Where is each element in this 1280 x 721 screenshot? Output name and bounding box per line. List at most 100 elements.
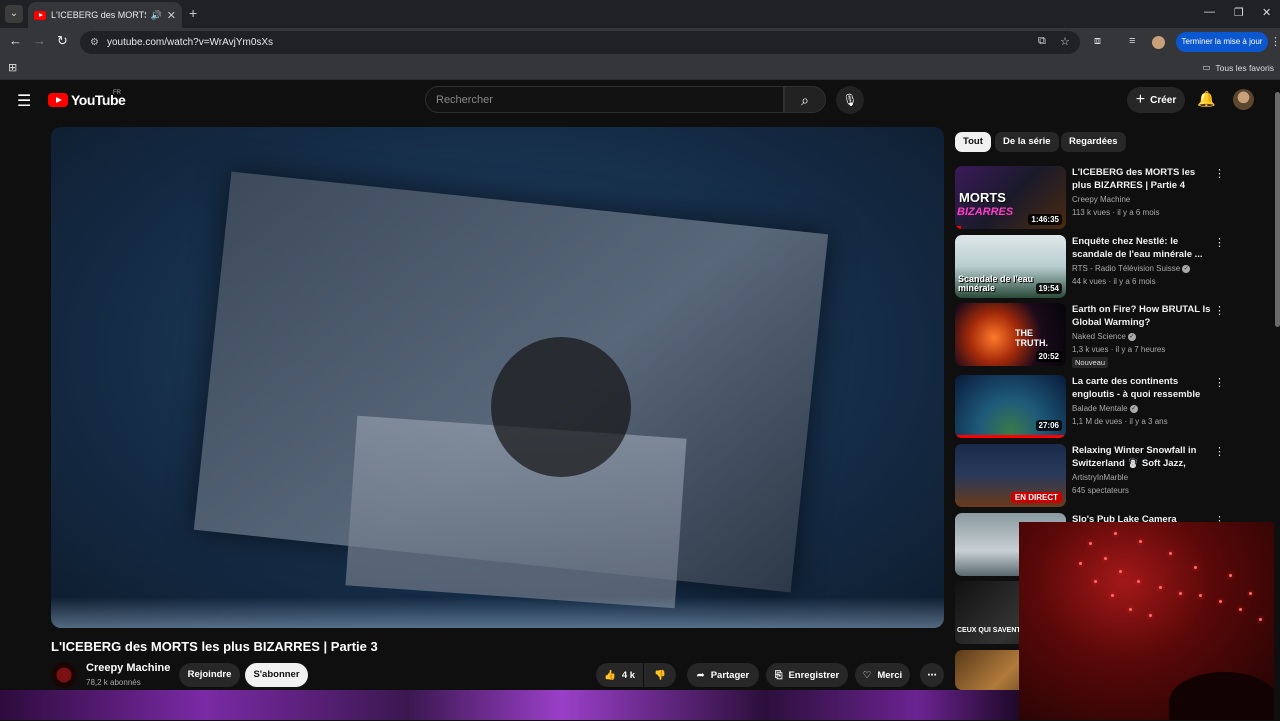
voice-search-button[interactable]: 🎙 bbox=[836, 86, 864, 114]
search-icon: ⌕ bbox=[801, 92, 809, 108]
site-info-icon[interactable]: ⚙ bbox=[90, 37, 99, 48]
apps-grid-icon[interactable]: ⊞ bbox=[8, 61, 17, 74]
fairy-light bbox=[1194, 566, 1197, 569]
channel-name[interactable]: Creepy Machine bbox=[86, 662, 170, 674]
recommended-meta: 1,1 M de vues · il y a 3 ans bbox=[1072, 417, 1168, 426]
all-bookmarks-label: Tous les favoris bbox=[1215, 62, 1274, 73]
notifications-bell-icon[interactable]: 🔔 bbox=[1197, 90, 1216, 108]
recommended-item[interactable]: Scandale de l'eau minérale 19:54 Enquête… bbox=[955, 235, 1225, 299]
tab-search-dropdown-icon[interactable]: ⌄ bbox=[5, 5, 23, 23]
fairy-light bbox=[1119, 570, 1122, 573]
browser-tab-active[interactable]: L'ICEBERG des MORTS les plus BIZARRES | … bbox=[28, 2, 182, 28]
recommended-channel: Balade Mentale ✓ bbox=[1072, 404, 1138, 413]
recommended-item[interactable]: MORTS BIZARRES 1:46:35 L'ICEBERG des MOR… bbox=[955, 166, 1225, 230]
tab-close-icon[interactable]: ✕ bbox=[167, 9, 176, 22]
install-app-icon[interactable]: ⧉ bbox=[1038, 35, 1046, 48]
more-options-icon[interactable]: ⋮ bbox=[1214, 376, 1225, 389]
video-frame-figure bbox=[491, 337, 631, 477]
all-bookmarks-folder[interactable]: ▭ Tous les favoris bbox=[1202, 62, 1274, 73]
recommended-item[interactable]: EN DIRECT Relaxing Winter Snowfall in Sw… bbox=[955, 444, 1225, 508]
bookmark-star-icon[interactable]: ☆ bbox=[1060, 35, 1070, 48]
more-actions-icon[interactable]: ⋯ bbox=[920, 663, 944, 687]
join-button[interactable]: Rejoindre bbox=[179, 663, 240, 687]
chip-all[interactable]: Tout bbox=[955, 132, 991, 152]
video-thumbnail[interactable]: 27:06 bbox=[955, 375, 1066, 438]
save-button[interactable]: ⎘ Enregistrer bbox=[766, 663, 848, 687]
update-button[interactable]: Terminer la mise à jour bbox=[1176, 32, 1268, 52]
chip-watched[interactable]: Regardées bbox=[1061, 132, 1126, 152]
video-thumbnail[interactable]: MORTS BIZARRES 1:46:35 bbox=[955, 166, 1066, 229]
share-label: Partager bbox=[710, 669, 750, 681]
channel-avatar[interactable] bbox=[51, 662, 77, 688]
video-thumbnail[interactable]: THE TRUTH. 20:52 bbox=[955, 303, 1066, 366]
watch-progress-bar bbox=[955, 226, 961, 229]
minimize-icon[interactable]: — bbox=[1204, 6, 1215, 18]
plus-icon: + bbox=[1135, 91, 1146, 108]
verified-icon: ✓ bbox=[1129, 404, 1138, 413]
window-close-icon[interactable]: ✕ bbox=[1262, 6, 1271, 19]
video-thumbnail[interactable]: Scandale de l'eau minérale 19:54 bbox=[955, 235, 1066, 298]
account-avatar[interactable] bbox=[1233, 89, 1254, 110]
thanks-label: Merci bbox=[877, 669, 903, 681]
more-options-icon[interactable]: ⋮ bbox=[1214, 304, 1225, 317]
search-input[interactable]: Rechercher bbox=[425, 86, 784, 113]
recommended-meta: 1,3 k vues · il y a 7 heures bbox=[1072, 345, 1166, 354]
browser-menu-icon[interactable]: ⋮ bbox=[1270, 35, 1280, 48]
watch-progress-bar bbox=[955, 435, 1066, 438]
duration-badge: 1:46:35 bbox=[1028, 214, 1062, 225]
chip-from-series[interactable]: De la série bbox=[995, 132, 1059, 152]
recommended-title: Earth on Fire? How BRUTAL Is Global Warm… bbox=[1072, 304, 1211, 328]
thumbs-down-icon: 👎 bbox=[654, 669, 666, 681]
fairy-light bbox=[1079, 562, 1082, 565]
hamburger-menu-icon[interactable]: ☰ bbox=[17, 91, 31, 111]
fairy-light bbox=[1149, 614, 1152, 617]
reading-list-icon[interactable]: ≡ bbox=[1129, 35, 1135, 47]
recommended-item[interactable]: THE TRUTH. 20:52 Earth on Fire? How BRUT… bbox=[955, 303, 1225, 373]
create-button[interactable]: + Créer bbox=[1127, 87, 1185, 113]
more-options-icon[interactable]: ⋮ bbox=[1214, 236, 1225, 249]
like-button[interactable]: 👍 4 k bbox=[596, 663, 643, 687]
overlay-purple-strip bbox=[0, 690, 1020, 720]
video-player[interactable] bbox=[51, 127, 944, 628]
thumbs-up-icon: 👍 bbox=[603, 669, 616, 681]
bookmarks-bar: ⊞ ▭ Tous les favoris bbox=[0, 56, 1280, 80]
url-text: youtube.com/watch?v=WrAvjYm0sXs bbox=[106, 37, 274, 48]
new-tab-icon[interactable]: + bbox=[189, 5, 197, 21]
search-button[interactable]: ⌕ bbox=[784, 86, 826, 113]
subscribe-button[interactable]: S'abonner bbox=[245, 663, 308, 687]
back-icon[interactable]: ← bbox=[9, 33, 22, 48]
live-badge: EN DIRECT bbox=[1010, 492, 1062, 503]
fairy-light bbox=[1159, 586, 1162, 589]
youtube-play-logo-icon bbox=[48, 93, 68, 107]
forward-icon[interactable]: → bbox=[33, 33, 46, 48]
fairy-light bbox=[1114, 532, 1117, 535]
fairy-light bbox=[1139, 540, 1142, 543]
dislike-button[interactable]: 👎 bbox=[644, 663, 676, 687]
maximize-icon[interactable]: ❐ bbox=[1234, 6, 1244, 19]
thanks-button[interactable]: ♡ Merci bbox=[855, 663, 910, 687]
country-code: FR bbox=[113, 90, 121, 96]
more-options-icon[interactable]: ⋮ bbox=[1214, 167, 1225, 180]
video-frame-glow bbox=[51, 597, 944, 628]
address-bar[interactable]: ⚙ youtube.com/watch?v=WrAvjYm0sXs bbox=[80, 31, 1080, 54]
fairy-light bbox=[1219, 600, 1222, 603]
reload-icon[interactable]: ↻ bbox=[57, 33, 68, 49]
recommended-item[interactable]: 27:06 La carte des continents engloutis … bbox=[955, 375, 1225, 439]
youtube-favicon-icon bbox=[34, 10, 46, 20]
youtube-header: ☰ YouTube FR Rechercher ⌕ 🎙 + Créer 🔔 bbox=[0, 81, 1280, 121]
extensions-icon[interactable]: ⧈ bbox=[1094, 35, 1101, 48]
recommended-title: Enquête chez Nestlé: le scandale de l'ea… bbox=[1072, 236, 1203, 260]
share-button[interactable]: ➦ Partager bbox=[687, 663, 759, 687]
more-options-icon[interactable]: ⋮ bbox=[1214, 445, 1225, 458]
fairy-light bbox=[1104, 557, 1107, 560]
browser-tabstrip: ⌄ L'ICEBERG des MORTS les plus BIZARRES … bbox=[0, 0, 1280, 28]
fairy-light bbox=[1249, 592, 1252, 595]
channel-label: RTS - Radio Télévision Suisse bbox=[1072, 264, 1181, 273]
page-scrollbar-thumb[interactable] bbox=[1275, 92, 1280, 327]
thumbnail-text: CEUX QUI SAVENT bbox=[957, 627, 1021, 634]
webcam-overlay bbox=[1019, 522, 1280, 720]
video-thumbnail[interactable]: EN DIRECT bbox=[955, 444, 1066, 507]
profile-avatar-icon[interactable] bbox=[1152, 36, 1165, 49]
thumbnail-text: BIZARRES bbox=[957, 206, 1014, 218]
tab-audio-icon[interactable]: 🔊 bbox=[151, 10, 162, 21]
